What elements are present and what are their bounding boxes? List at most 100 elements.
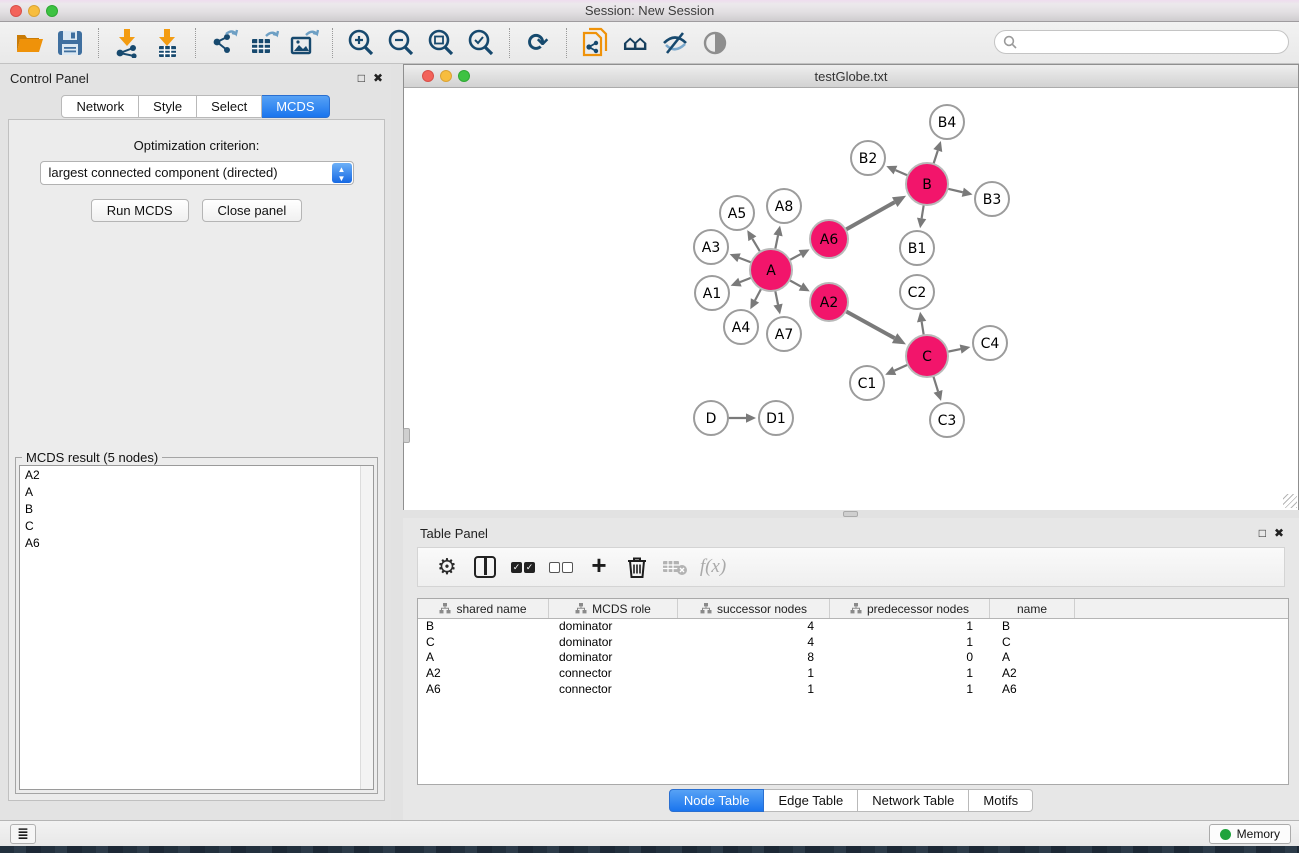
column-header-name[interactable]: name [990,599,1075,618]
vertical-splitter-handle[interactable] [403,428,410,443]
tab-network[interactable]: Network [61,95,139,118]
float-panel-icon[interactable]: □ [358,71,365,85]
tab-node-table[interactable]: Node Table [669,789,765,812]
import-network-icon[interactable] [110,26,144,60]
table-settings-icon[interactable]: ⚙ [430,552,464,582]
memory-button[interactable]: Memory [1209,824,1291,844]
graph-edge[interactable] [790,254,801,260]
graph-node-A6[interactable]: A6 [810,220,848,258]
tab-select[interactable]: Select [197,95,262,118]
graph-edge[interactable] [933,151,937,164]
table-cell[interactable]: 8 [678,650,830,666]
table-cell[interactable] [1075,650,1288,666]
zoom-out-icon[interactable] [384,26,418,60]
tab-motifs[interactable]: Motifs [969,789,1033,812]
tab-style[interactable]: Style [139,95,197,118]
network-window-titlebar[interactable]: testGlobe.txt [404,65,1298,88]
open-file-icon[interactable] [13,26,47,60]
mcds-result-item[interactable]: A [20,483,373,500]
table-cell[interactable]: C [990,635,1075,651]
result-scrollbar[interactable] [360,466,373,789]
graph-edge[interactable] [739,258,751,263]
mcds-result-item[interactable]: B [20,500,373,517]
graph-node-A2[interactable]: A2 [810,283,848,321]
graph-edge[interactable] [775,291,778,305]
graph-edge[interactable] [922,205,924,219]
graph-node-D[interactable]: D [694,401,728,435]
graph-node-A1[interactable]: A1 [695,276,729,310]
split-panel-icon[interactable] [468,552,502,582]
mcds-result-item[interactable]: C [20,517,373,534]
minimize-window-button[interactable] [28,5,40,17]
network-graph-canvas[interactable]: B4B2BB3A5A8A6B1A3AA1C2A2A4A7C4CC1C3DD1 [404,89,1298,510]
table-cell[interactable]: 1 [830,619,990,635]
graph-edge[interactable] [894,365,907,371]
graph-edge[interactable] [947,189,962,193]
table-cell[interactable]: 1 [678,666,830,682]
close-window-button[interactable] [10,5,22,17]
criterion-dropdown[interactable]: largest connected component (directed) ▲… [40,161,354,185]
table-cell[interactable]: A2 [418,666,549,682]
float-table-panel-icon[interactable]: □ [1259,526,1266,540]
import-table-icon[interactable] [150,26,184,60]
table-cell[interactable]: 4 [678,619,830,635]
table-cell[interactable]: 1 [830,635,990,651]
table-cell[interactable]: 1 [830,682,990,698]
table-cell[interactable]: A [990,650,1075,666]
graph-node-A8[interactable]: A8 [767,189,801,223]
table-cell[interactable]: A [418,650,549,666]
graph-node-A4[interactable]: A4 [724,310,758,344]
table-cell[interactable]: 4 [678,635,830,651]
table-row[interactable]: Bdominator41B [418,619,1288,635]
table-cell[interactable]: dominator [549,619,678,635]
search-box[interactable] [994,30,1289,54]
table-cell[interactable] [1075,619,1288,635]
table-cell[interactable]: A2 [990,666,1075,682]
graph-node-B[interactable]: B [906,163,948,205]
delete-column-icon[interactable] [620,552,654,582]
run-mcds-button[interactable]: Run MCDS [91,199,189,222]
table-cell[interactable]: A6 [990,682,1075,698]
zoom-fit-icon[interactable] [424,26,458,60]
table-cell[interactable]: B [990,619,1075,635]
graph-node-C2[interactable]: C2 [900,275,934,309]
graph-node-A[interactable]: A [750,249,792,291]
close-network-window-button[interactable] [422,70,434,82]
tab-mcds[interactable]: MCDS [262,95,329,118]
close-panel-button[interactable]: Close panel [202,199,303,222]
create-column-icon[interactable]: + [582,552,616,582]
table-row[interactable]: Adominator80A [418,650,1288,666]
zoom-selected-icon[interactable] [464,26,498,60]
table-cell[interactable] [1075,635,1288,651]
table-cell[interactable]: 1 [678,682,830,698]
graph-edge[interactable] [755,289,761,301]
graph-node-A7[interactable]: A7 [767,317,801,351]
show-hide-graphics-icon[interactable] [658,26,692,60]
table-cell[interactable]: 0 [830,650,990,666]
zoom-in-icon[interactable] [344,26,378,60]
minimize-network-window-button[interactable] [440,70,452,82]
eye-icon[interactable] [698,26,732,60]
export-image-icon[interactable] [287,26,321,60]
column-header-shared-name[interactable]: shared name [418,599,549,618]
graph-edge[interactable] [895,170,907,175]
zoom-network-window-button[interactable] [458,70,470,82]
cybrowser-home-icon[interactable]: ⌂⌂ [618,26,652,60]
graph-node-B3[interactable]: B3 [975,182,1009,216]
table-cell[interactable]: C [418,635,549,651]
graph-edge[interactable] [740,278,751,282]
table-row[interactable]: Cdominator41C [418,635,1288,651]
export-network-icon[interactable] [207,26,241,60]
save-session-icon[interactable] [53,26,87,60]
graph-node-C3[interactable]: C3 [930,403,964,437]
column-header-predecessor-nodes[interactable]: predecessor nodes [830,599,990,618]
table-row[interactable]: A2connector11A2 [418,666,1288,682]
resize-grip[interactable] [1283,494,1297,508]
graph-node-B4[interactable]: B4 [930,105,964,139]
table-cell[interactable]: connector [549,682,678,698]
mcds-result-item[interactable]: A6 [20,534,373,551]
graph-edge[interactable] [922,322,924,336]
graph-edge[interactable] [846,202,895,230]
column-header-successor-nodes[interactable]: successor nodes [678,599,830,618]
table-cell[interactable]: connector [549,666,678,682]
